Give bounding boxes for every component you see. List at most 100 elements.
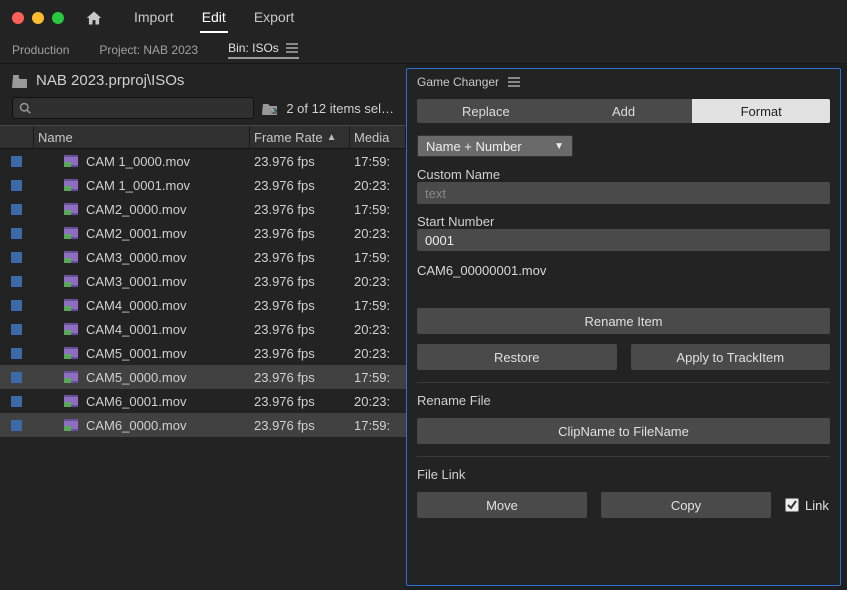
table-row[interactable]: CAM3_0001.mov23.976 fps20:23: (0, 269, 406, 293)
row-name-cell[interactable]: CAM6_0001.mov (34, 389, 250, 413)
start-number-label: Start Number (417, 214, 830, 229)
breadcrumb-bar: Production Project: NAB 2023 Bin: ISOs (0, 36, 847, 64)
row-name-cell[interactable]: CAM5_0000.mov (34, 365, 250, 389)
mode-tabs: Replace Add Format (417, 99, 830, 123)
apply-to-trackitem-button[interactable]: Apply to TrackItem (631, 344, 831, 370)
row-select-cell[interactable] (0, 269, 34, 293)
row-name-cell[interactable]: CAM2_0001.mov (34, 221, 250, 245)
search-input-wrapper[interactable] (12, 97, 254, 119)
tab-add[interactable]: Add (555, 99, 693, 123)
clip-icon (64, 395, 78, 407)
row-select-cell[interactable] (0, 365, 34, 389)
row-name: CAM 1_0000.mov (86, 154, 190, 169)
table-row[interactable]: CAM6_0000.mov23.976 fps17:59: (0, 413, 406, 437)
table-row[interactable]: CAM 1_0001.mov23.976 fps20:23: (0, 173, 406, 197)
restore-button[interactable]: Restore (417, 344, 617, 370)
titlebar: Import Edit Export (0, 0, 847, 36)
table-row[interactable]: CAM6_0001.mov23.976 fps20:23: (0, 389, 406, 413)
row-framerate-cell: 23.976 fps (250, 173, 350, 197)
breadcrumb-bin[interactable]: Bin: ISOs (228, 41, 299, 59)
panel-menu-icon[interactable] (285, 43, 299, 53)
row-select-cell[interactable] (0, 221, 34, 245)
menu-import[interactable]: Import (132, 3, 176, 33)
row-media-cell: 17:59: (350, 245, 406, 269)
row-select-cell[interactable] (0, 341, 34, 365)
new-bin-icon[interactable]: 🔍 (262, 101, 278, 115)
select-marker (11, 300, 22, 311)
row-select-cell[interactable] (0, 317, 34, 341)
row-name: CAM5_0001.mov (86, 346, 186, 361)
tab-format[interactable]: Format (692, 99, 830, 123)
col-select[interactable] (0, 126, 34, 148)
row-name-cell[interactable]: CAM 1_0001.mov (34, 173, 250, 197)
col-name[interactable]: Name (34, 126, 250, 148)
table-row[interactable]: CAM3_0000.mov23.976 fps17:59: (0, 245, 406, 269)
row-select-cell[interactable] (0, 389, 34, 413)
bin-icon (12, 74, 28, 88)
check-icon (787, 500, 797, 510)
window-controls (12, 12, 64, 24)
divider (417, 456, 830, 457)
panel-menu-icon[interactable] (507, 77, 521, 87)
menu-edit[interactable]: Edit (200, 3, 228, 33)
home-icon (85, 10, 103, 26)
row-select-cell[interactable] (0, 173, 34, 197)
table-row[interactable]: CAM4_0000.mov23.976 fps17:59: (0, 293, 406, 317)
maximize-window-button[interactable] (52, 12, 64, 24)
table-row[interactable]: CAM5_0000.mov23.976 fps17:59: (0, 365, 406, 389)
table-row[interactable]: CAM5_0001.mov23.976 fps20:23: (0, 341, 406, 365)
search-input[interactable] (31, 101, 247, 115)
clip-icon (64, 323, 78, 335)
row-select-cell[interactable] (0, 413, 34, 437)
table-row[interactable]: CAM 1_0000.mov23.976 fps17:59: (0, 149, 406, 173)
clipname-to-filename-button[interactable]: ClipName to FileName (417, 418, 830, 444)
breadcrumb-project[interactable]: Project: NAB 2023 (99, 43, 198, 57)
link-checkbox[interactable]: Link (785, 498, 829, 513)
table-row[interactable]: CAM2_0001.mov23.976 fps20:23: (0, 221, 406, 245)
move-button[interactable]: Move (417, 492, 587, 518)
col-media[interactable]: Media (350, 126, 406, 148)
row-name-cell[interactable]: CAM 1_0000.mov (34, 149, 250, 173)
chevron-down-icon: ▼ (554, 141, 564, 152)
format-mode-value: Name + Number (426, 139, 522, 154)
row-name: CAM6_0001.mov (86, 394, 186, 409)
row-name-cell[interactable]: CAM3_0000.mov (34, 245, 250, 269)
home-button[interactable] (80, 4, 108, 32)
row-name-cell[interactable]: CAM3_0001.mov (34, 269, 250, 293)
format-mode-dropdown[interactable]: Name + Number ▼ (417, 135, 573, 157)
breadcrumb-project-label: Project: NAB 2023 (99, 43, 198, 57)
breadcrumb-production[interactable]: Production (12, 43, 69, 57)
close-window-button[interactable] (12, 12, 24, 24)
table-row[interactable]: CAM4_0001.mov23.976 fps20:23: (0, 317, 406, 341)
custom-name-input[interactable] (417, 182, 830, 204)
copy-button[interactable]: Copy (601, 492, 771, 518)
row-select-cell[interactable] (0, 293, 34, 317)
table-row[interactable]: CAM2_0000.mov23.976 fps17:59: (0, 197, 406, 221)
clip-icon (64, 227, 78, 239)
col-frame-rate[interactable]: Frame Rate▲ (250, 126, 350, 148)
select-marker (11, 252, 22, 263)
search-row: 🔍 2 of 12 items sel… (0, 93, 406, 125)
row-name-cell[interactable]: CAM5_0001.mov (34, 341, 250, 365)
select-marker (11, 396, 22, 407)
row-framerate-cell: 23.976 fps (250, 149, 350, 173)
clip-icon (64, 203, 78, 215)
start-number-input[interactable] (417, 229, 830, 251)
row-media-cell: 20:23: (350, 221, 406, 245)
clip-icon (64, 419, 78, 431)
row-media-cell: 17:59: (350, 293, 406, 317)
tab-replace[interactable]: Replace (417, 99, 555, 123)
rename-item-button[interactable]: Rename Item (417, 308, 830, 334)
row-name-cell[interactable]: CAM2_0000.mov (34, 197, 250, 221)
row-name-cell[interactable]: CAM4_0000.mov (34, 293, 250, 317)
row-name-cell[interactable]: CAM6_0000.mov (34, 413, 250, 437)
menu-export[interactable]: Export (252, 3, 296, 33)
row-select-cell[interactable] (0, 245, 34, 269)
row-name: CAM 1_0001.mov (86, 178, 190, 193)
items-status: 2 of 12 items sel… (286, 101, 394, 116)
row-select-cell[interactable] (0, 149, 34, 173)
row-media-cell: 20:23: (350, 389, 406, 413)
row-name-cell[interactable]: CAM4_0001.mov (34, 317, 250, 341)
minimize-window-button[interactable] (32, 12, 44, 24)
row-select-cell[interactable] (0, 197, 34, 221)
